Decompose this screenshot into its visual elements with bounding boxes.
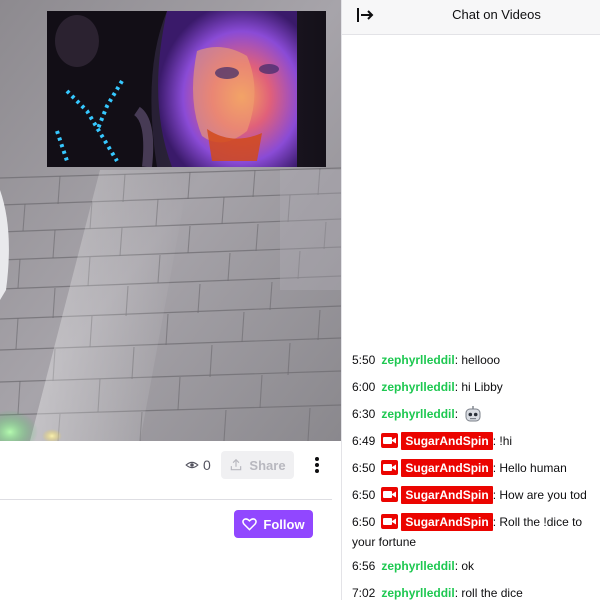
chat-message: 5:50 zephyrlleddil: hellooo — [352, 350, 600, 370]
view-count-value: 0 — [203, 457, 211, 473]
message-text: : Hello human — [492, 461, 567, 475]
video-camera-icon — [381, 433, 399, 448]
message-text: : roll the dice — [454, 586, 523, 600]
message-text: : !hi — [492, 434, 513, 448]
chat-message: 6:00 zephyrlleddil: hi Libby — [352, 377, 600, 397]
chat-username-highlighted[interactable]: SugarAndSpin — [401, 486, 493, 504]
video-camera-icon — [381, 460, 399, 475]
video-camera-icon — [381, 487, 399, 502]
heart-icon — [242, 518, 258, 531]
eye-icon — [185, 461, 199, 469]
chat-message: 6:30 zephyrlleddil: — [352, 404, 600, 424]
share-button[interactable]: Share — [221, 451, 294, 479]
message-timestamp: 6:50 — [352, 515, 376, 529]
message-timestamp: 6:56 — [352, 559, 376, 573]
chat-message: 6:50 SugarAndSpin: How are you tod — [352, 485, 600, 505]
chat-message: 7:02 zephyrlleddil: roll the dice — [352, 583, 600, 600]
chat-username-highlighted[interactable]: SugarAndSpin — [401, 459, 493, 477]
message-text: : ok — [454, 559, 475, 573]
more-options-button[interactable] — [308, 454, 326, 476]
webcam-overlay — [47, 11, 326, 167]
message-text: : — [454, 407, 459, 421]
message-timestamp: 6:50 — [352, 488, 376, 502]
chat-message: 6:56 zephyrlleddil: ok — [352, 556, 600, 576]
chat-header: Chat on Videos — [342, 0, 600, 35]
chat-message: 6:49 SugarAndSpin: !hi — [352, 431, 600, 451]
chat-username[interactable]: zephyrlleddil — [381, 353, 454, 367]
message-timestamp: 6:50 — [352, 461, 376, 475]
message-text: : How are you tod — [492, 488, 587, 502]
message-timestamp: 7:02 — [352, 586, 376, 600]
chat-message: 6:50 SugarAndSpin: Roll the !dice to your… — [352, 512, 600, 552]
robot-emote-icon[interactable] — [464, 405, 482, 423]
message-text: : hi Libby — [454, 380, 503, 394]
chat-title: Chat on Videos — [452, 7, 541, 22]
collapse-arrow-icon[interactable] — [356, 6, 374, 24]
message-text: : hellooo — [454, 353, 501, 367]
follow-button[interactable]: Follow — [234, 510, 313, 538]
video-player[interactable] — [0, 0, 341, 441]
chat-username-highlighted[interactable]: SugarAndSpin — [401, 513, 493, 531]
chat-message: 6:50 SugarAndSpin: Hello human — [352, 458, 600, 478]
share-button-label: Share — [249, 457, 286, 473]
message-timestamp: 6:30 — [352, 407, 376, 421]
message-timestamp: 5:50 — [352, 353, 376, 367]
chat-username[interactable]: zephyrlleddil — [381, 407, 454, 421]
message-timestamp: 6:49 — [352, 434, 376, 448]
chat-username[interactable]: zephyrlleddil — [381, 586, 454, 600]
share-upload-icon — [231, 458, 242, 471]
follow-button-label: Follow — [263, 516, 305, 532]
video-camera-icon — [381, 514, 399, 529]
chat-username[interactable]: zephyrlleddil — [381, 559, 454, 573]
message-text-continued: your fortune — [352, 535, 417, 549]
message-text: : Roll the !dice to — [492, 515, 583, 529]
view-count: 0 — [185, 456, 211, 474]
chat-panel: Chat on Videos 5:50 zephyrlleddil: helloo… — [341, 0, 600, 600]
vertical-dots-icon — [315, 457, 319, 473]
section-divider — [0, 499, 332, 500]
message-timestamp: 6:00 — [352, 380, 376, 394]
chat-username-highlighted[interactable]: SugarAndSpin — [401, 432, 493, 450]
chat-username[interactable]: zephyrlleddil — [381, 380, 454, 394]
